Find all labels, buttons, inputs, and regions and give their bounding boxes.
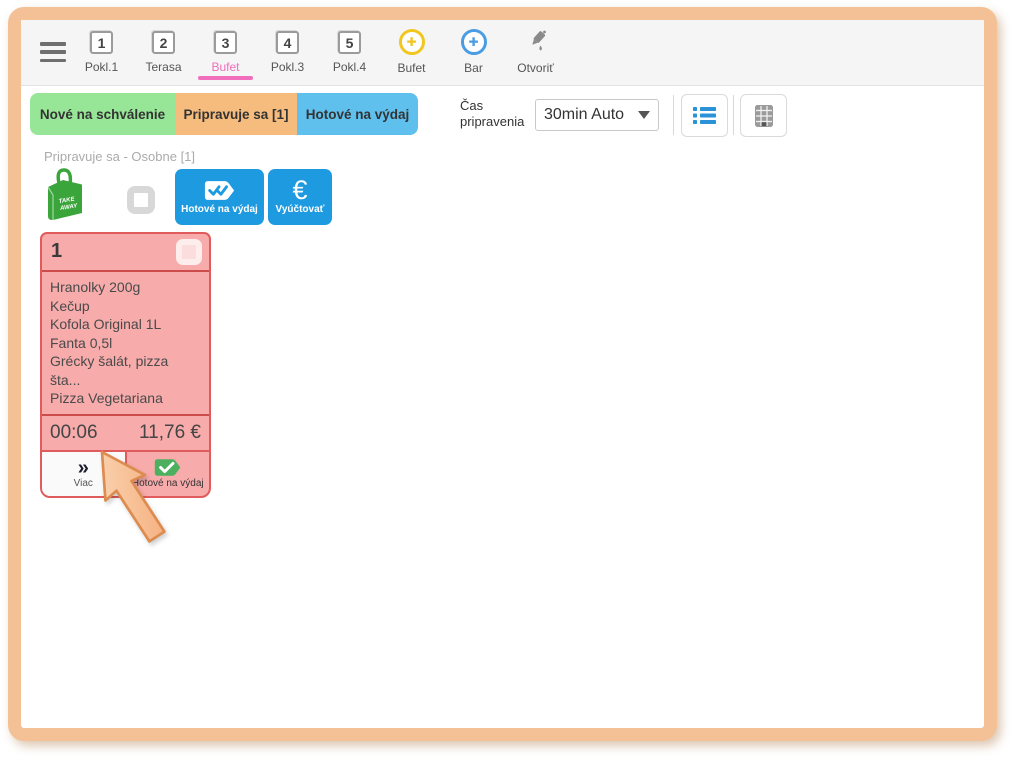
filter-ready-button[interactable]: Hotové na výdaj xyxy=(297,93,418,135)
euro-icon: € xyxy=(292,179,307,201)
order-item: Fanta 0,5l xyxy=(50,334,201,353)
tab-label: Terasa xyxy=(145,60,181,74)
order-item: Kofola Original 1L xyxy=(50,315,201,334)
tag-double-check-icon xyxy=(204,180,236,201)
bulk-ready-button[interactable]: Hotové na výdaj xyxy=(175,169,264,225)
hamburger-bar xyxy=(40,42,66,46)
tab-number-icon: 2 xyxy=(152,31,175,54)
grid-view-button[interactable] xyxy=(740,94,787,137)
tab-label: Pokl.3 xyxy=(271,60,304,74)
filter-new-approval-button[interactable]: Nové na schválenie xyxy=(30,93,175,135)
hamburger-bar xyxy=(40,59,66,63)
pointer-arrow-cursor xyxy=(57,442,187,577)
tab-bar-new-order[interactable]: ✚ Bar xyxy=(443,28,504,85)
order-total: 11,76 € xyxy=(139,422,201,444)
select-all-checkbox[interactable] xyxy=(127,186,155,214)
plus-circle-yellow-icon: ✚ xyxy=(399,29,425,55)
keypad-icon xyxy=(754,104,774,128)
order-item: Hranolky 200g xyxy=(50,278,201,297)
order-items-list: Hranolky 200g Kečup Kofola Original 1L F… xyxy=(42,272,209,416)
order-item: Grécky šalát, pizza šta... xyxy=(50,352,201,389)
tab-terasa[interactable]: 2 Terasa xyxy=(133,28,194,85)
list-view-button[interactable] xyxy=(681,94,728,137)
app-frame: 1 Pokl.1 2 Terasa 3 Bufet 4 Pokl.3 5 Pok… xyxy=(8,7,997,741)
tab-label: Pokl.1 xyxy=(85,60,118,74)
order-card-header: 1 xyxy=(42,234,209,272)
tab-label: Bufet xyxy=(211,60,239,74)
tab-number-icon: 3 xyxy=(214,31,237,54)
app-content: 1 Pokl.1 2 Terasa 3 Bufet 4 Pokl.3 5 Pok… xyxy=(21,20,984,728)
filter-preparing-button[interactable]: Pripravuje sa [1] xyxy=(175,93,297,135)
divider xyxy=(673,95,674,135)
order-elapsed-time: 00:06 xyxy=(50,422,98,444)
section-title: Pripravuje sa - Osobne [1] xyxy=(44,149,195,164)
tab-label: Bar xyxy=(464,61,483,75)
order-checkbox[interactable] xyxy=(176,239,202,265)
prep-time-label: Čas pripravenia xyxy=(460,98,528,130)
tab-label: Otvoriť xyxy=(517,61,554,75)
tab-number-icon: 5 xyxy=(338,31,361,54)
tab-pokl3[interactable]: 4 Pokl.3 xyxy=(257,28,318,85)
tab-bufet-new-order[interactable]: ✚ Bufet xyxy=(381,28,442,85)
prep-time-value: 30min Auto xyxy=(544,106,624,124)
tab-label: Pokl.4 xyxy=(333,60,366,74)
tab-otvorit[interactable]: Otvoriť xyxy=(505,28,566,85)
bulk-ready-label: Hotové na výdaj xyxy=(181,204,258,215)
register-tabs: 1 Pokl.1 2 Terasa 3 Bufet 4 Pokl.3 5 Pok… xyxy=(71,28,566,85)
plus-circle-blue-icon: ✚ xyxy=(461,29,487,55)
tab-label: Bufet xyxy=(397,61,425,75)
divider xyxy=(733,95,734,135)
tab-pokl4[interactable]: 5 Pokl.4 xyxy=(319,28,380,85)
list-icon xyxy=(693,106,716,125)
take-away-carton-icon: TAKEAWAY xyxy=(41,167,91,224)
hamburger-menu-icon[interactable] xyxy=(40,42,66,62)
tab-number-icon: 1 xyxy=(90,31,113,54)
order-number: 1 xyxy=(51,240,62,263)
tab-bufet[interactable]: 3 Bufet xyxy=(195,28,256,85)
bulk-bill-label: Vyúčtovať xyxy=(276,204,325,215)
order-item: Pizza Vegetariana xyxy=(50,389,201,408)
order-item: Kečup xyxy=(50,297,201,316)
topbar: 1 Pokl.1 2 Terasa 3 Bufet 4 Pokl.3 5 Pok… xyxy=(21,20,984,86)
prep-time-select[interactable]: 30min Auto xyxy=(535,99,659,131)
marker-pen-icon xyxy=(523,29,549,55)
status-filter-group: Nové na schválenie Pripravuje sa [1] Hot… xyxy=(30,93,418,135)
tab-number-icon: 4 xyxy=(276,31,299,54)
tab-pokl1[interactable]: 1 Pokl.1 xyxy=(71,28,132,85)
chevron-down-icon xyxy=(638,111,650,119)
hamburger-bar xyxy=(40,50,66,54)
bulk-bill-button[interactable]: € Vyúčtovať xyxy=(268,169,332,225)
